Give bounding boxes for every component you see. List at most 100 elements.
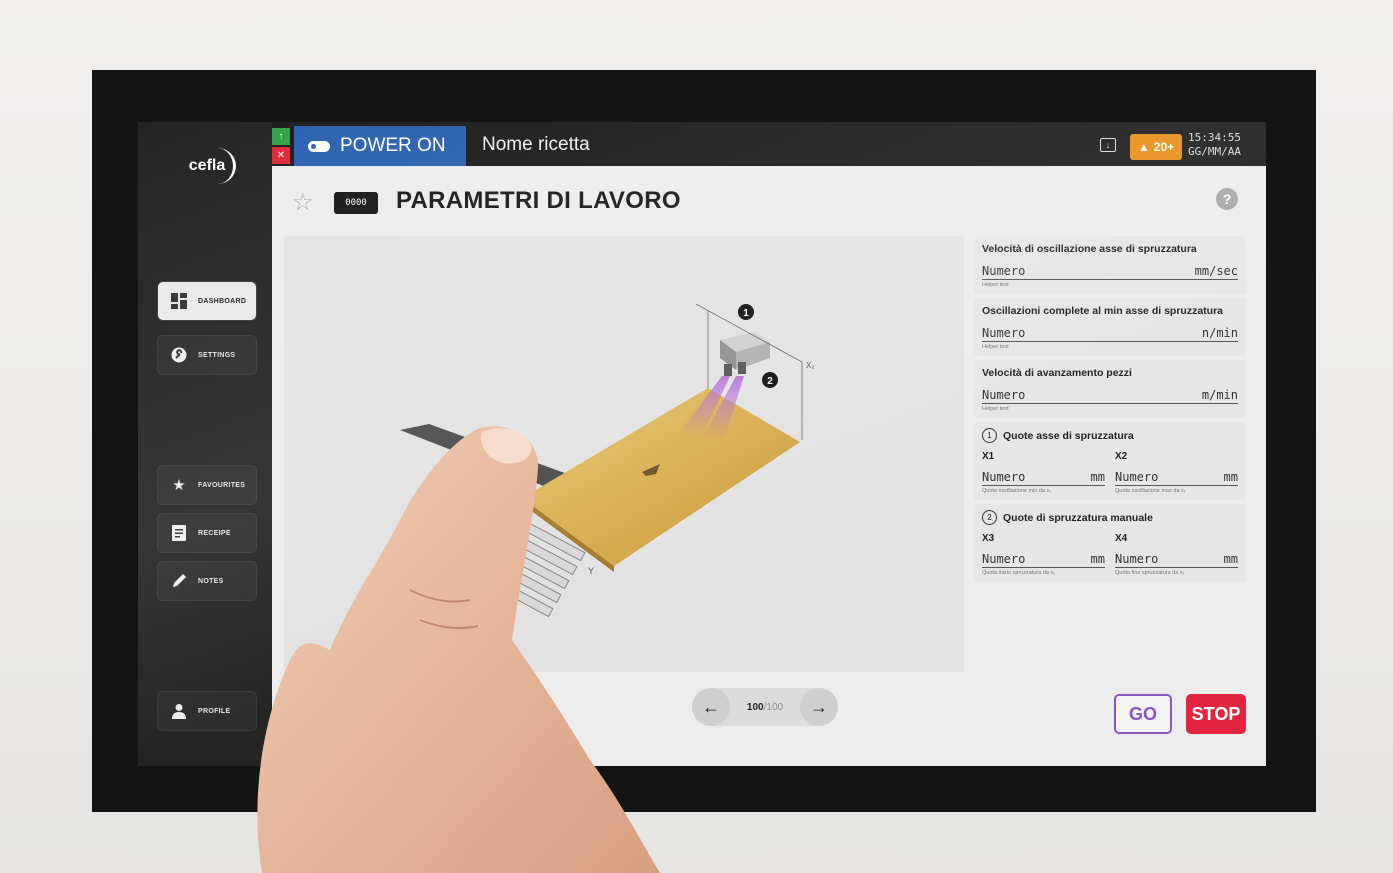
marker-2-label: 2 — [767, 376, 773, 387]
helper-text: Quota oscillazione min da x₁ — [982, 488, 1052, 494]
top-bar: ↑ ✕ POWER ON Nome ricetta ↓ ▲ 20+ 15:34:… — [272, 122, 1266, 166]
axis-x-label: X — [400, 544, 406, 554]
page-total: /100 — [763, 701, 784, 713]
user-icon — [170, 702, 188, 720]
date-text: GG/MM/AA — [1188, 145, 1241, 158]
param-label: Oscillazioni complete al min asse di spr… — [982, 305, 1223, 317]
sidebar: cefla DASHBOARD SETTINGS ★ FAVOURITES RE… — [138, 122, 272, 766]
sidebar-item-label: NOTES — [198, 577, 224, 585]
parameter-panel: Velocità di oscillazione asse di spruzza… — [974, 236, 1246, 646]
helper-text: Quota inizio spruzzatura da x₁ — [982, 570, 1056, 576]
section-title-text: Quote asse di spruzzatura — [1003, 429, 1134, 442]
close-icon: ✕ — [272, 147, 290, 164]
help-glyph: ? — [1222, 191, 1232, 207]
spray-head — [720, 332, 770, 376]
pager: ← 100/100 → — [692, 688, 838, 726]
wood-panel — [522, 388, 800, 566]
next-arrow-icon[interactable]: → — [800, 688, 838, 726]
document-icon — [170, 524, 188, 542]
sidebar-item-dashboard[interactable]: DASHBOARD — [158, 282, 256, 320]
param-label: Velocità di avanzamento pezzi — [982, 367, 1132, 379]
param-card-full-oscillations: Oscillazioni complete al min asse di spr… — [974, 298, 1246, 356]
star-icon: ★ — [172, 477, 186, 494]
x1-label: X1 — [982, 451, 995, 462]
wrench-icon — [170, 346, 188, 364]
prev-arrow-icon[interactable]: ← — [692, 688, 730, 726]
x1-input[interactable]: Numero mm — [982, 462, 1105, 486]
field-unit: m/min — [1201, 388, 1238, 402]
x4-group: X4 Numero mm Quota fine spruzzatura da x… — [1115, 525, 1238, 576]
speed-oscillation-input[interactable]: Numero mm/sec — [982, 256, 1238, 280]
page-title: PARAMETRI DI LAVORO — [396, 187, 681, 214]
section-title: 1 Quote asse di spruzzatura — [982, 428, 1238, 443]
alarm-badge[interactable]: ▲ 20+ — [1130, 134, 1182, 160]
x3-label: X3 — [982, 533, 995, 544]
alarm-count: 20+ — [1153, 140, 1175, 154]
power-label: POWER ON — [340, 135, 446, 156]
x1-group: X1 Numero mm Quota oscillazione min da x… — [982, 443, 1105, 494]
section-title-text: Quote di spruzzatura manuale — [1003, 511, 1153, 524]
clock: 15:34:55 GG/MM/AA — [1188, 131, 1241, 159]
sidebar-item-label: SETTINGS — [198, 351, 236, 359]
main-content: ☆ 0000 PARAMETRI DI LAVORO ? 1 2 X Y X₂ … — [272, 166, 1266, 766]
sidebar-item-receipe[interactable]: RECEIPE — [158, 514, 256, 552]
param-card-section1: 1 Quote asse di spruzzatura X1 Numero mm… — [974, 422, 1246, 500]
dashboard-icon — [170, 292, 188, 310]
param-card-feed-speed: Velocità di avanzamento pezzi Numero m/m… — [974, 360, 1246, 418]
sidebar-item-favourites[interactable]: ★ FAVOURITES — [158, 466, 256, 504]
cefla-logo: cefla — [176, 144, 238, 188]
sidebar-item-notes[interactable]: NOTES — [158, 562, 256, 600]
section-number: 1 — [982, 428, 997, 443]
x4-label: X4 — [1115, 533, 1128, 544]
field-unit: mm — [1223, 552, 1238, 566]
param-card-section2: 2 Quote di spruzzatura manuale X3 Numero… — [974, 504, 1246, 582]
logo-swoosh — [199, 148, 236, 184]
full-oscillations-input[interactable]: Numero n/min — [982, 318, 1238, 342]
recipe-code-badge: 0000 — [334, 192, 378, 214]
field-unit: n/min — [1201, 326, 1238, 340]
status-lights: ↑ ✕ — [272, 128, 290, 164]
sidebar-item-settings[interactable]: SETTINGS — [158, 336, 256, 374]
go-button[interactable]: GO — [1114, 694, 1172, 734]
field-placeholder: Numero — [982, 388, 1026, 402]
helper-text: Helper text — [982, 344, 1009, 350]
sidebar-item-label: PROFILE — [198, 707, 231, 715]
field-placeholder: Numero — [982, 326, 1026, 340]
download-icon[interactable]: ↓ — [1100, 138, 1116, 152]
section-number: 2 — [982, 510, 997, 525]
x3-input[interactable]: Numero mm — [982, 544, 1105, 568]
axis-x2-label: X₂ — [806, 361, 814, 370]
helper-text: Quota oscillazione max da x₁ — [1115, 488, 1186, 494]
time-text: 15:34:55 — [1188, 131, 1241, 144]
power-toggle[interactable]: POWER ON — [294, 126, 466, 166]
x4-input[interactable]: Numero mm — [1115, 544, 1238, 568]
x2-group: X2 Numero mm Quota oscillazione max da x… — [1115, 443, 1238, 494]
page-count: 100/100 — [747, 702, 783, 713]
machine-illustration: 1 2 X Y X₂ — [284, 236, 964, 672]
helper-text: Helper text — [982, 282, 1009, 288]
touch-screen: cefla DASHBOARD SETTINGS ★ FAVOURITES RE… — [138, 122, 1266, 766]
feed-speed-input[interactable]: Numero m/min — [982, 380, 1238, 404]
x2-label: X2 — [1115, 451, 1128, 462]
field-placeholder: Numero — [982, 264, 1026, 278]
field-unit: mm — [1090, 470, 1105, 484]
x2-input[interactable]: Numero mm — [1115, 462, 1238, 486]
help-icon[interactable]: ? — [1216, 188, 1238, 210]
warning-icon: ▲ — [1137, 140, 1150, 154]
pencil-icon — [170, 572, 188, 590]
field-placeholder: Numero — [982, 552, 1026, 566]
section-title: 2 Quote di spruzzatura manuale — [982, 510, 1238, 525]
field-unit: mm/sec — [1194, 264, 1238, 278]
helper-text: Helper text — [982, 406, 1009, 412]
field-unit: mm — [1090, 552, 1105, 566]
two-col-fields: X1 Numero mm Quota oscillazione min da x… — [982, 443, 1238, 494]
param-label: Velocità di oscillazione asse di spruzza… — [982, 243, 1197, 255]
favourite-star-icon[interactable]: ☆ — [292, 188, 314, 217]
sidebar-item-label: DASHBOARD — [198, 297, 247, 305]
two-col-fields: X3 Numero mm Quota inizio spruzzatura da… — [982, 525, 1238, 576]
param-card-speed-oscillation: Velocità di oscillazione asse di spruzza… — [974, 236, 1246, 294]
field-placeholder: Numero — [1115, 470, 1159, 484]
sidebar-item-label: FAVOURITES — [198, 481, 246, 489]
stop-button[interactable]: STOP — [1186, 694, 1246, 734]
sidebar-item-profile[interactable]: PROFILE — [158, 692, 256, 730]
